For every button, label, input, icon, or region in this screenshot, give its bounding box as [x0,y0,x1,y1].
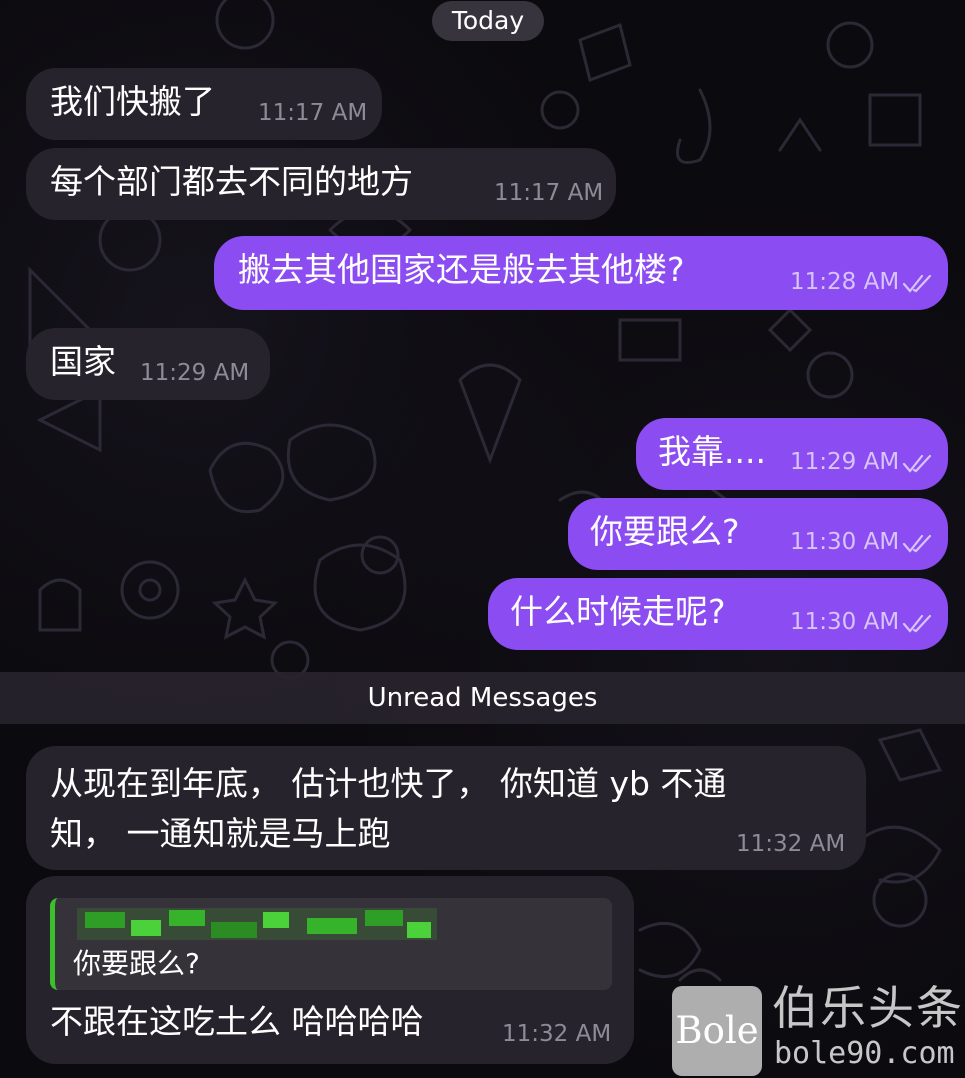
message-time: 11:17 AM [258,100,368,126]
read-receipt-icon [902,454,932,473]
message-text: 每个部门都去不同的地方 [50,162,413,201]
reply-author-redacted [77,908,437,940]
message-time: 11:28 AM [790,269,900,295]
message-time: 11:29 AM [140,360,250,386]
message-text-line: 知， 一通知就是马上跑 [50,814,391,853]
message-text: 不跟在这吃土么 哈哈哈哈 [50,1002,424,1041]
message-time: 11:29 AM [790,449,900,475]
message-text-line: 从现在到年底， 估计也快了， 你知道 yb 不通 [50,764,727,803]
message-bubble-outgoing[interactable]: 什么时候走呢? 11:30 AM [488,578,948,650]
message-text: 我们快搬了 [50,82,215,121]
message-bubble-outgoing[interactable]: 搬去其他国家还是般去其他楼? 11:28 AM [214,236,948,310]
message-bubble-incoming[interactable]: 每个部门都去不同的地方 11:17 AM [26,148,616,220]
message-text: 什么时候走呢? [510,592,726,631]
message-text: 国家 [50,342,116,381]
message-time: 11:32 AM [736,831,846,857]
read-receipt-icon [902,274,932,293]
watermark-name: 伯乐头条 [772,981,964,1035]
read-receipt-icon [902,614,932,633]
message-text: 搬去其他国家还是般去其他楼? [238,250,685,289]
message-bubble-incoming[interactable]: 从现在到年底， 估计也快了， 你知道 yb 不通 知， 一通知就是马上跑 11:… [26,746,866,870]
reply-quote[interactable]: 你要跟么? [50,898,612,990]
message-time: 11:30 AM [790,609,900,635]
watermark-logo: Bole [672,986,762,1076]
reply-quote-text: 你要跟么? [73,947,200,980]
read-receipt-icon [902,534,932,553]
message-bubble-incoming[interactable]: 我们快搬了 11:17 AM [26,68,382,140]
message-text: 你要跟么? [590,512,740,551]
message-time: 11:30 AM [790,529,900,555]
message-bubble-incoming-reply[interactable]: 你要跟么? 不跟在这吃土么 哈哈哈哈 11:32 AM [26,876,634,1064]
message-time: 11:17 AM [494,180,604,206]
message-bubble-incoming[interactable]: 国家 11:29 AM [26,328,270,400]
message-bubble-outgoing[interactable]: 你要跟么? 11:30 AM [568,498,948,570]
unread-messages-divider: Unread Messages [0,672,965,724]
message-text: 我靠.... [658,432,766,471]
message-bubble-outgoing[interactable]: 我靠.... 11:29 AM [636,418,948,490]
message-time: 11:32 AM [502,1021,612,1047]
chat-view: Today 我们快搬了 11:17 AM 每个部门都去不同的地方 11:17 A… [0,0,965,1078]
date-separator: Today [432,1,544,41]
watermark-url: bole90.com [774,1036,955,1071]
